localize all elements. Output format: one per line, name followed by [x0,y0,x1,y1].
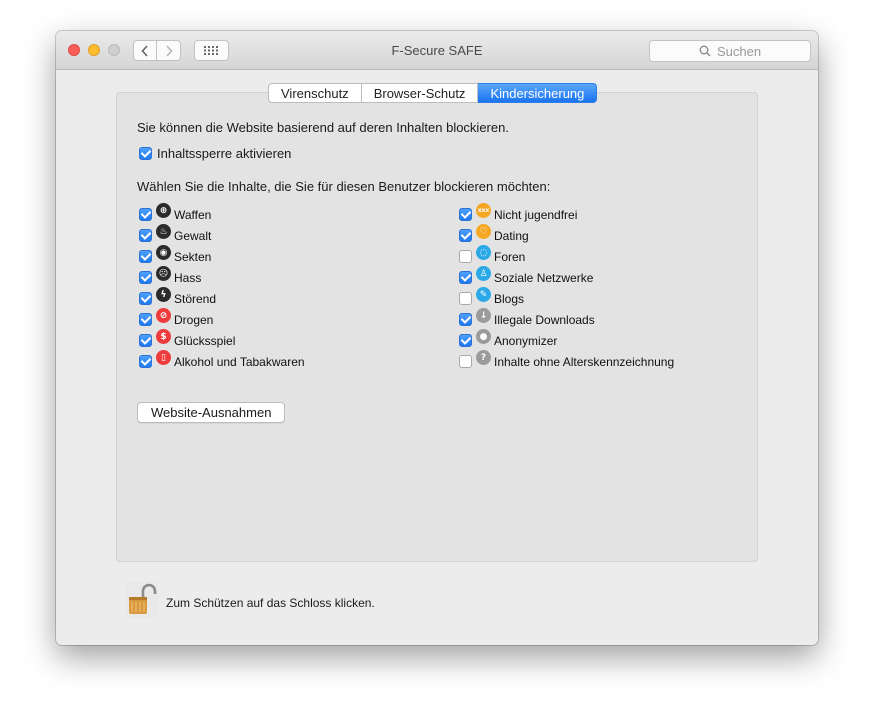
category-label: Hass [174,270,202,285]
enable-label: Inhaltssperre aktivieren [157,146,292,161]
category-row[interactable]: ⊘ Drogen [139,308,305,330]
category-checkbox[interactable] [139,208,152,221]
crosshair-icon: ⊕ [156,203,171,218]
heart-icon: ♡ [476,224,491,239]
angry-face-icon: ☹ [156,266,171,281]
category-label: Anonymizer [494,333,558,348]
category-row[interactable]: ϟ Störend [139,287,305,309]
category-label: Glücksspiel [174,333,236,348]
category-label: Dating [494,228,529,243]
tab-virenschutz[interactable]: Virenschutz [268,83,362,103]
category-checkbox[interactable] [459,208,472,221]
category-row[interactable]: xxx Nicht jugendfrei [459,203,674,225]
category-checkbox[interactable] [139,250,152,263]
category-checkbox[interactable] [459,229,472,242]
category-checkbox[interactable] [459,313,472,326]
download-arrow-icon: ↓ [476,308,491,323]
category-row[interactable]: ● Anonymizer [459,329,674,351]
category-checkbox[interactable] [459,355,472,368]
parental-control-panel: Sie können die Website basierend auf der… [116,92,758,562]
category-label: Blogs [494,291,525,306]
lock-hint: Zum Schützen auf das Schloss klicken. [166,596,375,610]
category-checkbox[interactable] [139,271,152,284]
enable-checkbox[interactable] [139,147,152,160]
category-checkbox[interactable] [139,355,152,368]
category-label: Drogen [174,312,214,327]
category-label: Sekten [174,249,212,264]
category-row[interactable]: ▯ Alkohol und Tabakwaren [139,350,305,372]
category-column-left: ⊕ Waffen ♨ Gewalt ◉ Sekten ☹ Hass ϟ Störend ⊘ Droge… [139,203,305,372]
padlock-open-icon[interactable] [126,582,158,618]
content-block-toggle[interactable]: Inhaltssperre aktivieren [139,146,291,161]
category-row[interactable]: ♡ Dating [459,224,674,246]
search-icon [699,45,711,57]
category-row[interactable]: ♨ Gewalt [139,224,305,246]
category-checkbox[interactable] [459,292,472,305]
category-row[interactable]: ◉ Sekten [139,245,305,267]
tab-bar: Virenschutz Browser-Schutz Kindersicheru… [268,83,598,103]
category-label: Inhalte ohne Alterskennzeichnung [494,354,675,369]
pencil-icon: ✎ [476,287,491,302]
preferences-window: F-Secure SAFE Suchen Virenschutz Browser… [56,31,818,645]
website-exceptions-button[interactable]: Website-Ausnahmen [137,402,286,423]
category-row[interactable]: ◌ Foren [459,245,674,267]
category-column-right: xxx Nicht jugendfrei ♡ Dating ◌ Foren ♙ Soziale… [459,203,675,372]
category-label: Illegale Downloads [494,312,595,327]
category-label: Foren [494,249,526,264]
category-label: Waffen [174,207,212,222]
search-field[interactable]: Suchen [649,40,811,62]
category-checkbox[interactable] [139,313,152,326]
chat-bubble-icon: ◌ [476,245,491,260]
category-checkbox[interactable] [459,271,472,284]
category-row[interactable]: ? Inhalte ohne Alterskennzeichnung [459,350,675,372]
dollar-icon: $ [156,329,171,344]
category-checkbox[interactable] [139,334,152,347]
eye-icon: ◉ [156,245,171,260]
category-label: Alkohol und Tabakwaren [174,354,305,369]
category-label: Soziale Netzwerke [494,270,594,285]
category-checkbox[interactable] [459,250,472,263]
category-row[interactable]: ✎ Blogs [459,287,674,309]
person-icon: ♙ [476,266,491,281]
category-row[interactable]: ☹ Hass [139,266,305,288]
category-row[interactable]: $ Glücksspiel [139,329,305,351]
category-label: Nicht jugendfrei [494,207,578,222]
pill-icon: ⊘ [156,308,171,323]
search-placeholder: Suchen [716,43,762,59]
flame-icon: ♨ [156,224,171,239]
title-bar: F-Secure SAFE Suchen [56,31,818,70]
tab-kindersicherung[interactable]: Kindersicherung [478,83,598,103]
category-row[interactable]: ⊕ Waffen [139,203,305,225]
category-label: Gewalt [174,228,212,243]
intro-text: Sie können die Website basierend auf der… [137,120,509,135]
category-instructions: Wählen Sie die Inhalte, die Sie für dies… [137,179,551,194]
question-icon: ? [476,350,491,365]
lock-area: Zum Schützen auf das Schloss klicken. [126,582,375,618]
category-checkbox[interactable] [459,334,472,347]
category-row[interactable]: ♙ Soziale Netzwerke [459,266,674,288]
category-label: Störend [174,291,217,306]
user-silhouette-icon: ● [476,329,491,344]
tab-browser-schutz[interactable]: Browser-Schutz [361,83,479,103]
xxx-icon: xxx [476,203,491,218]
bottle-icon: ▯ [156,350,171,365]
category-checkbox[interactable] [139,292,152,305]
category-row[interactable]: ↓ Illegale Downloads [459,308,674,330]
category-checkbox[interactable] [139,229,152,242]
lightning-icon: ϟ [156,287,171,302]
